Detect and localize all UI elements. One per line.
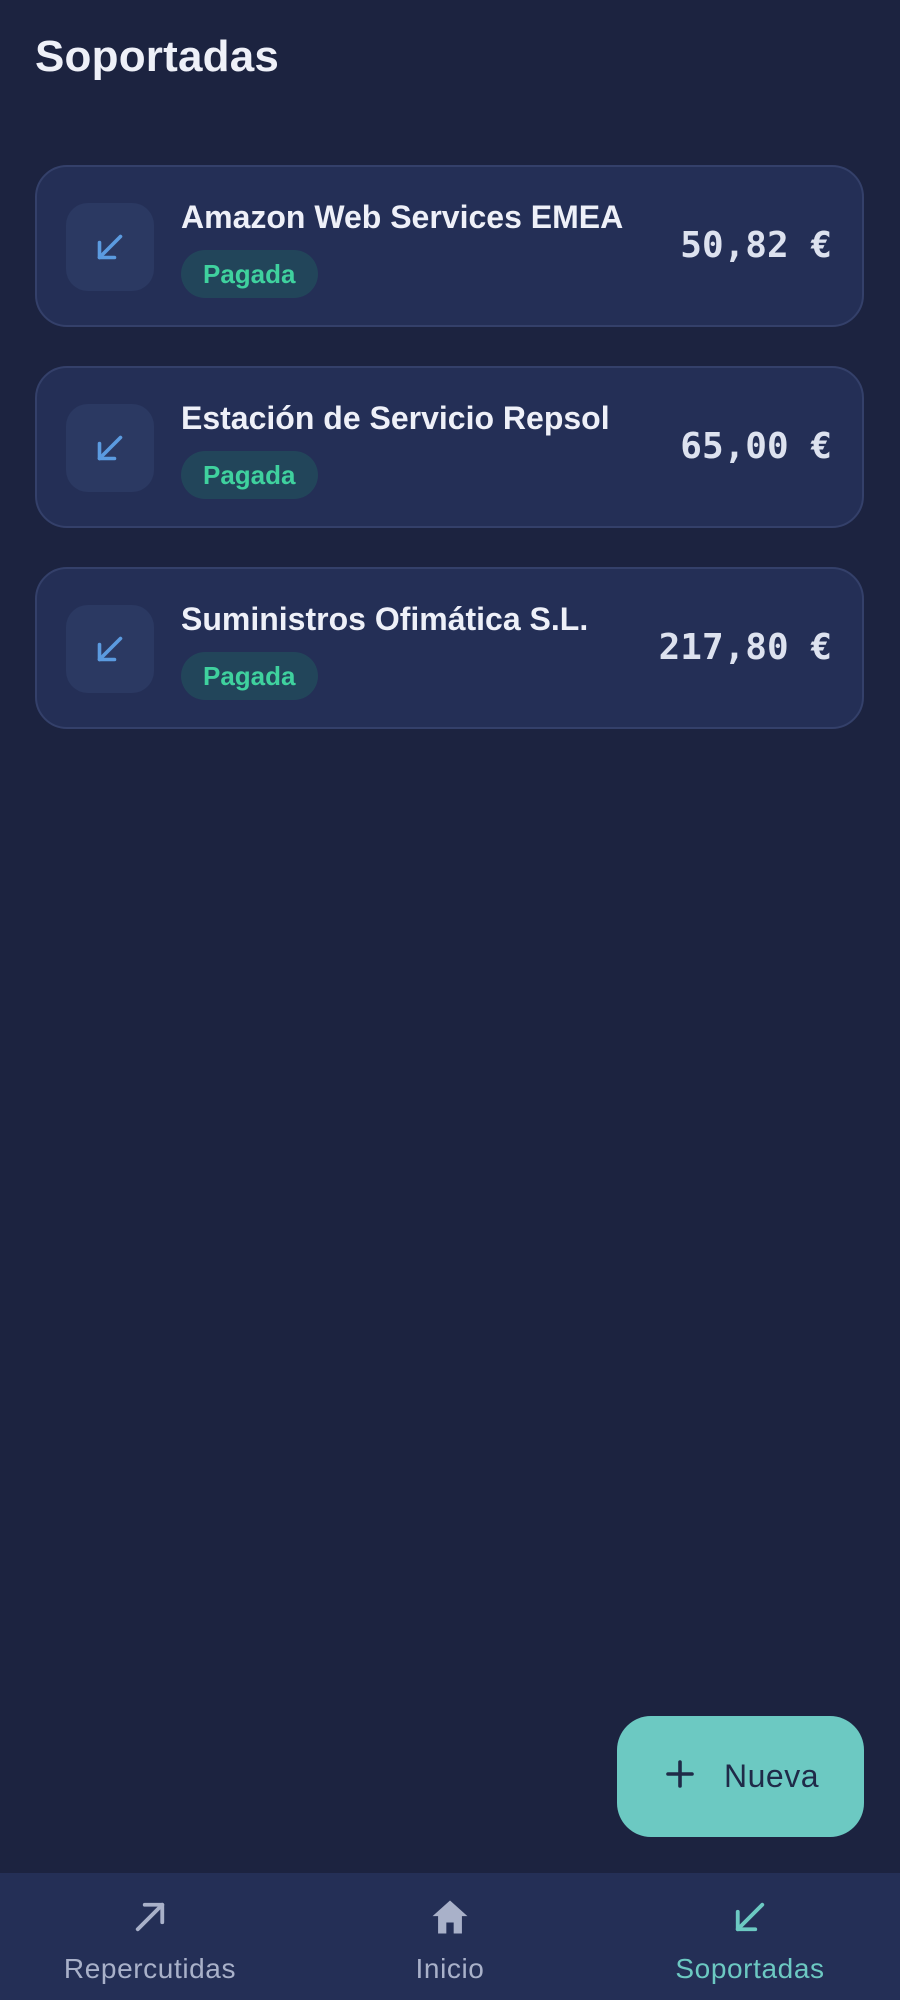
nav-item-repercutidas[interactable]: Repercutidas	[0, 1873, 300, 2000]
home-icon	[426, 1893, 474, 1941]
invoice-name: Suministros Ofimática S.L.	[181, 601, 589, 637]
invoice-list: Amazon Web Services EMEA Pagada 50,82 € …	[35, 165, 864, 768]
status-badge: Pagada	[181, 652, 318, 700]
arrow-down-left-icon	[66, 203, 154, 291]
new-invoice-button[interactable]: Nueva	[617, 1716, 864, 1837]
arrow-down-left-icon	[66, 605, 154, 693]
status-badge: Pagada	[181, 451, 318, 499]
plus-icon	[662, 1756, 698, 1797]
nav-item-inicio[interactable]: Inicio	[300, 1873, 600, 2000]
invoice-card[interactable]: Amazon Web Services EMEA Pagada 50,82 €	[35, 165, 864, 327]
status-badge: Pagada	[181, 250, 318, 298]
nav-label: Inicio	[415, 1953, 485, 1984]
nav-item-soportadas[interactable]: Soportadas	[600, 1873, 900, 2000]
invoice-name: Estación de Servicio Repsol	[181, 400, 610, 436]
arrow-down-left-icon	[726, 1893, 774, 1941]
new-invoice-label: Nueva	[724, 1758, 819, 1794]
screen: Soportadas Amazon Web Services EMEA Paga…	[0, 0, 900, 2000]
invoice-name: Amazon Web Services EMEA	[181, 199, 624, 235]
invoice-card[interactable]: Estación de Servicio Repsol Pagada 65,00…	[35, 366, 864, 528]
page-title: Soportadas	[35, 32, 280, 81]
invoice-amount: 65,00 €	[680, 426, 832, 467]
invoice-amount: 50,82 €	[680, 225, 832, 266]
bottom-nav: Repercutidas Inicio Soportadas	[0, 1873, 900, 2000]
arrow-down-left-icon	[66, 404, 154, 492]
nav-label: Repercutidas	[63, 1953, 237, 1984]
invoice-card[interactable]: Suministros Ofimática S.L. Pagada 217,80…	[35, 567, 864, 729]
nav-label: Soportadas	[675, 1953, 825, 1984]
invoice-amount: 217,80 €	[658, 627, 832, 668]
arrow-up-right-icon	[126, 1893, 174, 1941]
